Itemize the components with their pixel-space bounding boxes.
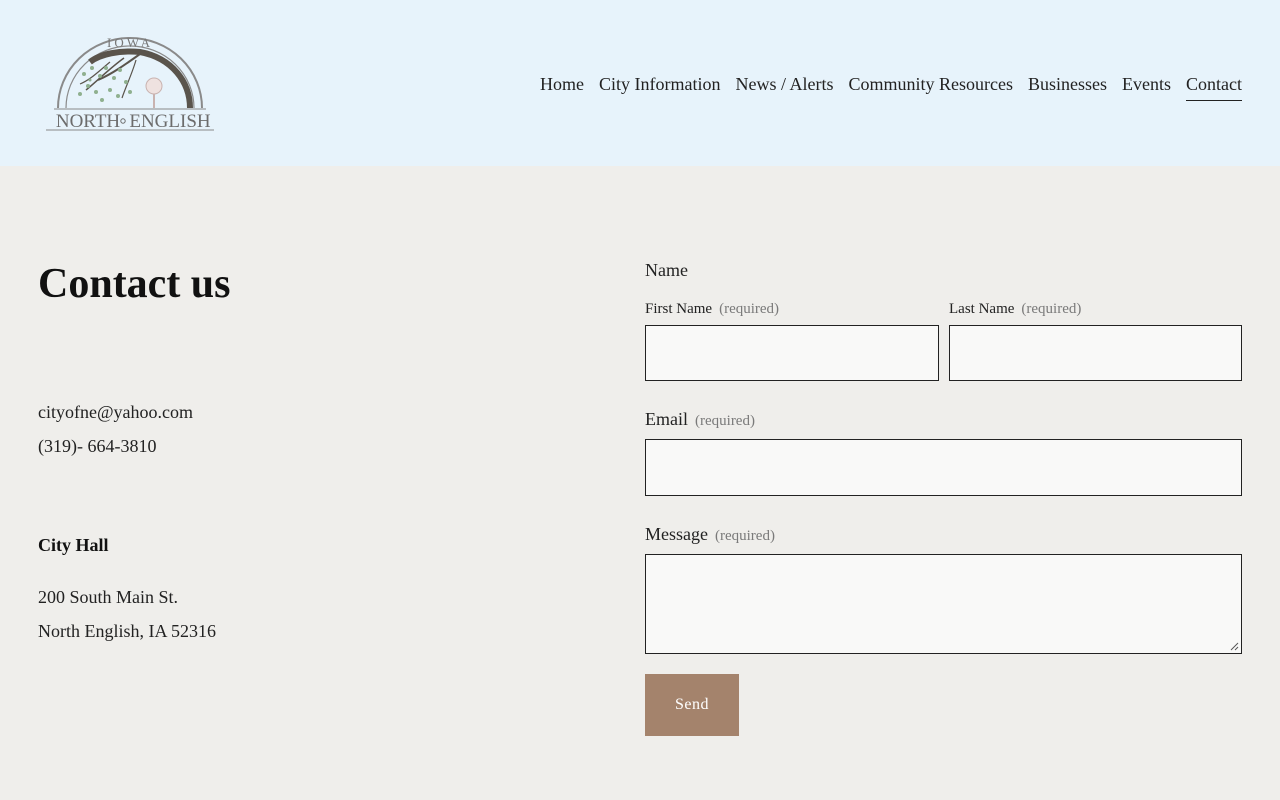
last-name-label-text: Last Name (949, 301, 1015, 317)
address-line-1: 200 South Main St. (38, 587, 179, 607)
message-textarea[interactable] (645, 554, 1242, 654)
nav-news-alerts[interactable]: News / Alerts (735, 71, 833, 101)
nav-city-information[interactable]: City Information (599, 71, 720, 101)
send-button[interactable]: Send (645, 674, 739, 736)
name-group-label: Name (645, 260, 688, 280)
main-navigation: Home City Information News / Alerts Comm… (540, 71, 1242, 101)
last-name-input[interactable] (949, 325, 1242, 381)
nav-contact[interactable]: Contact (1186, 71, 1242, 101)
first-name-required: (required) (719, 301, 780, 317)
first-name-label: First Name (required) (645, 298, 779, 320)
message-label: Message (required) (645, 523, 775, 547)
first-name-input[interactable] (645, 325, 939, 381)
svg-text:IOWA: IOWA (107, 35, 153, 50)
message-required: (required) (714, 528, 775, 544)
email-label: Email (required) (645, 408, 755, 432)
north-english-logo[interactable]: IOWA NORTH ENGLISH (40, 32, 220, 136)
resize-handle-icon[interactable] (1230, 642, 1239, 651)
contact-phone[interactable]: (319)- 664-3810 (38, 434, 156, 458)
site-header: IOWA NORTH ENGLISH Home City Information… (0, 0, 1280, 166)
nav-community-resources[interactable]: Community Resources (848, 71, 1013, 101)
nav-events[interactable]: Events (1122, 71, 1171, 101)
last-name-label: Last Name (required) (949, 298, 1081, 320)
last-name-required: (required) (1021, 301, 1082, 317)
tree-arch-icon: IOWA NORTH ENGLISH (46, 35, 214, 132)
message-label-text: Message (645, 524, 708, 544)
first-name-label-text: First Name (645, 301, 713, 317)
email-input[interactable] (645, 439, 1242, 496)
svg-text:NORTH: NORTH (56, 111, 121, 132)
svg-text:ENGLISH: ENGLISH (129, 111, 211, 132)
main-content: Contact us cityofne@yahoo.com (319)- 664… (0, 166, 1280, 800)
nav-home[interactable]: Home (540, 71, 584, 101)
email-label-text: Email (645, 409, 688, 429)
contact-heading-block: Contact us (38, 258, 538, 310)
email-required: (required) (695, 413, 755, 429)
page-title: Contact us (38, 261, 231, 307)
contact-email[interactable]: cityofne@yahoo.com (38, 400, 193, 424)
address-line-2: North English, IA 52316 (38, 621, 216, 641)
nav-businesses[interactable]: Businesses (1028, 71, 1107, 101)
city-hall-title: City Hall (38, 535, 109, 555)
